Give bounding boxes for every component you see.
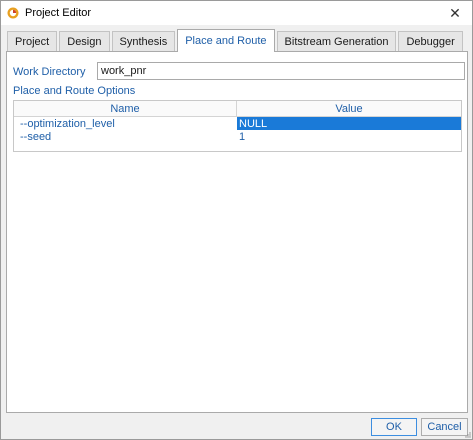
option-name-cell[interactable]: --seed [14, 130, 237, 143]
title-bar: Project Editor ✕ [1, 1, 472, 25]
tab-project[interactable]: Project [7, 31, 58, 51]
place-and-route-panel: Work Directory Place and Route Options N… [6, 51, 468, 413]
work-directory-label: Work Directory [13, 66, 86, 78]
close-icon[interactable]: ✕ [449, 5, 461, 22]
table-header: Name Value [14, 101, 461, 117]
tab-synthesis[interactable]: Synthesis [111, 31, 176, 51]
tab-bitstream-generation[interactable]: Bitstream Generation [276, 31, 397, 51]
option-name-cell[interactable]: --optimization_level [14, 117, 237, 130]
resize-grip-icon[interactable] [463, 430, 471, 438]
option-value-cell[interactable]: NULL [237, 117, 461, 130]
option-value-cell[interactable]: 1 [237, 130, 461, 143]
tab-debugger[interactable]: Debugger [398, 31, 463, 51]
table-row[interactable]: --seed 1 [14, 130, 461, 143]
tab-bar: Project Design Synthesis Place and Route… [7, 29, 465, 52]
tab-place-and-route[interactable]: Place and Route [177, 29, 275, 52]
close-button[interactable]: ✕ [438, 1, 472, 25]
window-title: Project Editor [25, 7, 92, 19]
column-header-value[interactable]: Value [237, 101, 461, 116]
project-editor-window: Project Editor ✕ Project Design Synthesi… [0, 0, 473, 440]
tab-design[interactable]: Design [59, 31, 110, 51]
column-header-name[interactable]: Name [14, 101, 237, 116]
cancel-button[interactable]: Cancel [421, 418, 468, 436]
options-section-label: Place and Route Options [13, 85, 136, 97]
app-logo-icon [7, 7, 19, 19]
ok-button[interactable]: OK [371, 418, 417, 436]
table-row[interactable]: --optimization_level NULL [14, 117, 461, 130]
options-table: Name Value --optimization_level NULL --s… [13, 100, 462, 152]
work-directory-input[interactable] [97, 62, 465, 80]
